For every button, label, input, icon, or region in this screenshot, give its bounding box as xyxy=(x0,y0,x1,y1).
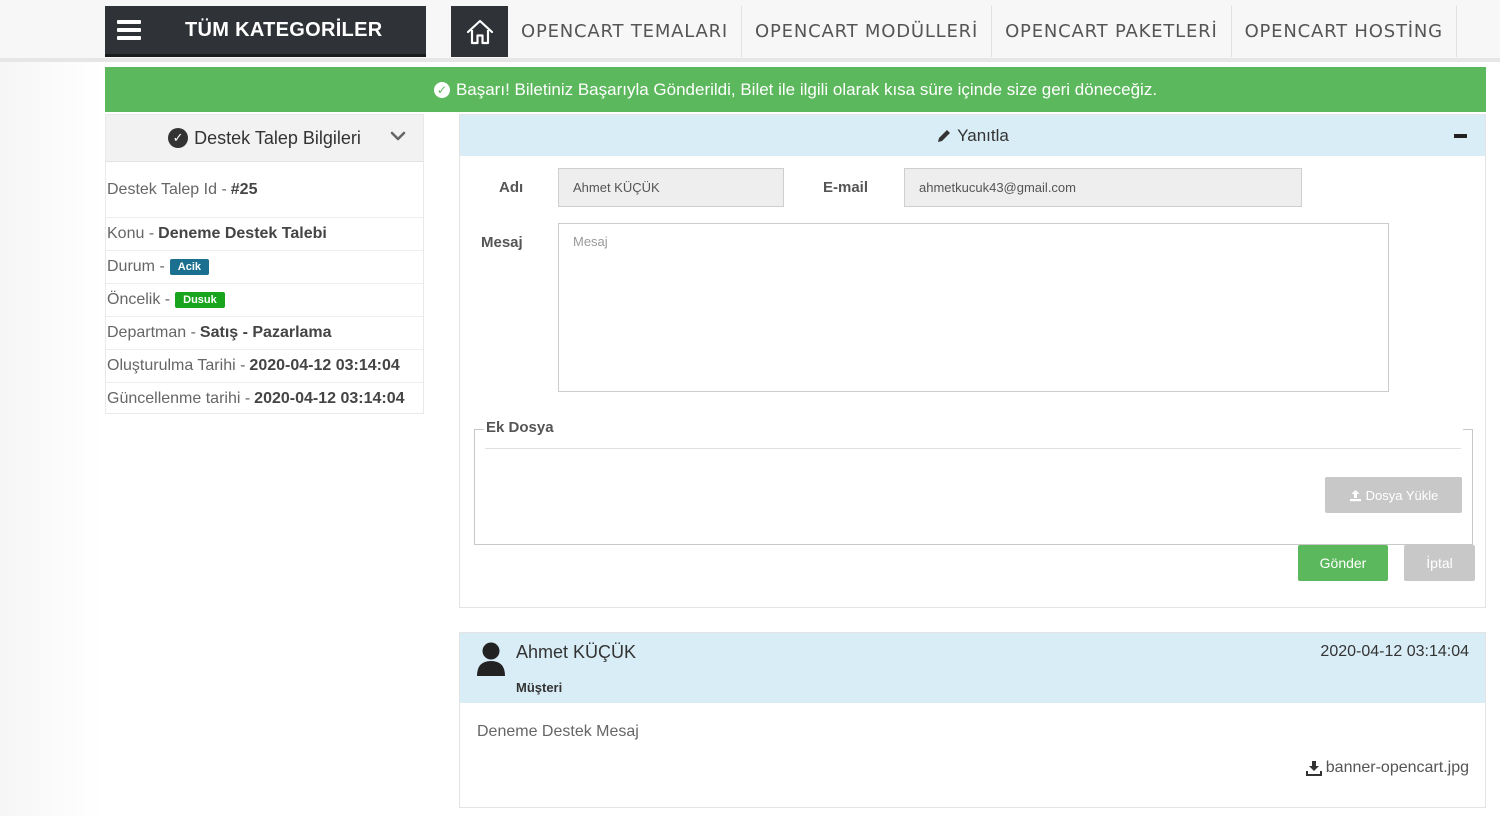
attachment-link[interactable]: banner-opencart.jpg xyxy=(1305,759,1469,777)
attachment-filename: banner-opencart.jpg xyxy=(1325,759,1469,776)
email-label: E-mail xyxy=(823,179,869,196)
ticket-id-row: Destek Talep Id - #25 xyxy=(106,162,423,218)
nav-item-themes[interactable]: OPENCART TEMALARI xyxy=(508,6,743,57)
ticket-info-title: Destek Talep Bilgileri xyxy=(194,127,361,148)
all-categories-label: TÜM KATEGORİLER xyxy=(185,18,383,41)
message-date: 2020-04-12 03:14:04 xyxy=(1320,643,1469,660)
ticket-updated-value: 2020-04-12 03:14:04 xyxy=(254,390,405,407)
message-label: Mesaj xyxy=(481,234,523,251)
chevron-down-icon[interactable] xyxy=(389,127,407,145)
message-role: Müşteri xyxy=(516,680,563,695)
fieldset-border xyxy=(474,429,484,430)
reply-title: Yanıtla xyxy=(957,125,1009,145)
upload-file-button[interactable]: Dosya Yükle xyxy=(1325,477,1462,513)
attachment-fieldset xyxy=(474,429,1473,545)
cancel-button[interactable]: İptal xyxy=(1404,545,1475,581)
name-field[interactable]: Ahmet KÜÇÜK xyxy=(558,168,784,207)
ticket-status-row: Durum - Acik xyxy=(106,251,423,284)
ticket-department-value: Satış - Pazarlama xyxy=(199,324,332,341)
send-button[interactable]: Gönder xyxy=(1298,545,1388,581)
all-categories-button[interactable]: TÜM KATEGORİLER xyxy=(105,6,426,57)
message-card: Ahmet KÜÇÜK Müşteri 2020-04-12 03:14:04 … xyxy=(459,632,1486,808)
message-author: Ahmet KÜÇÜK xyxy=(516,642,637,662)
ticket-subject-value: Deneme Destek Talebi xyxy=(158,225,327,242)
ticket-subject-row: Konu - Deneme Destek Talebi xyxy=(106,218,423,251)
nav-item-packages[interactable]: OPENCART PAKETLERİ xyxy=(992,6,1232,57)
ticket-status-label: Durum - xyxy=(107,258,165,275)
menu-icon xyxy=(117,20,141,40)
attachment-divider xyxy=(485,448,1461,449)
page-background xyxy=(0,62,104,816)
ticket-priority-label: Öncelik - xyxy=(107,291,171,308)
message-header: Ahmet KÜÇÜK Müşteri 2020-04-12 03:14:04 xyxy=(460,633,1485,703)
ticket-department-row: Departman - Satış - Pazarlama xyxy=(106,317,423,350)
ticket-updated-label: Güncellenme tarihi - xyxy=(107,390,251,407)
success-alert: ✓ Başarı! Biletiniz Başarıyla Gönderildi… xyxy=(105,67,1486,112)
ticket-department-label: Departman - xyxy=(107,324,196,341)
status-badge: Acik xyxy=(169,259,210,275)
main-nav: OPENCART TEMALARI OPENCART MODÜLLERİ OPE… xyxy=(508,6,1457,57)
nav-item-modules[interactable]: OPENCART MODÜLLERİ xyxy=(742,6,993,57)
check-circle-icon: ✓ xyxy=(433,81,450,98)
download-icon xyxy=(1305,761,1322,776)
reply-header: Yanıtla xyxy=(460,115,1485,156)
user-avatar-icon xyxy=(477,642,505,676)
upload-icon xyxy=(1349,489,1361,501)
top-navigation-bar: TÜM KATEGORİLER OPENCART TEMALARI OPENCA… xyxy=(0,0,1500,62)
ticket-created-label: Oluşturulma Tarihi - xyxy=(107,357,246,374)
name-label: Adı xyxy=(499,179,524,196)
priority-badge: Dusuk xyxy=(175,292,225,308)
ticket-subject-label: Konu - xyxy=(107,225,155,242)
success-alert-text: Başarı! Biletiniz Başarıyla Gönderildi, … xyxy=(455,79,1158,99)
check-circle-icon: ✓ xyxy=(168,128,189,148)
home-icon xyxy=(466,19,493,44)
pencil-icon xyxy=(938,129,951,142)
ticket-created-value: 2020-04-12 03:14:04 xyxy=(249,357,400,374)
fieldset-border xyxy=(1463,429,1473,430)
ticket-priority-row: Öncelik - Dusuk xyxy=(106,284,423,317)
collapse-icon[interactable] xyxy=(1454,134,1467,138)
ticket-created-row: Oluşturulma Tarihi - 2020-04-12 03:14:04 xyxy=(106,350,423,383)
message-textarea[interactable]: Mesaj xyxy=(558,223,1389,392)
reply-panel: Yanıtla Adı Ahmet KÜÇÜK E-mail ahmetkucu… xyxy=(459,114,1486,608)
nav-item-hosting[interactable]: OPENCART HOSTİNG xyxy=(1232,6,1457,57)
upload-file-label: Dosya Yükle xyxy=(1365,487,1439,503)
message-body: Deneme Destek Mesaj xyxy=(477,723,639,740)
ticket-info-header[interactable]: ✓ Destek Talep Bilgileri xyxy=(106,115,423,162)
ticket-id-value: #25 xyxy=(230,180,258,198)
attachment-label: Ek Dosya xyxy=(486,419,554,436)
home-button[interactable] xyxy=(451,6,508,57)
ticket-info-panel: ✓ Destek Talep Bilgileri Destek Talep Id… xyxy=(105,114,424,414)
ticket-id-label: Destek Talep Id - xyxy=(107,180,227,198)
ticket-updated-row: Güncellenme tarihi - 2020-04-12 03:14:04 xyxy=(106,383,423,415)
email-field[interactable]: ahmetkucuk43@gmail.com xyxy=(904,168,1302,207)
